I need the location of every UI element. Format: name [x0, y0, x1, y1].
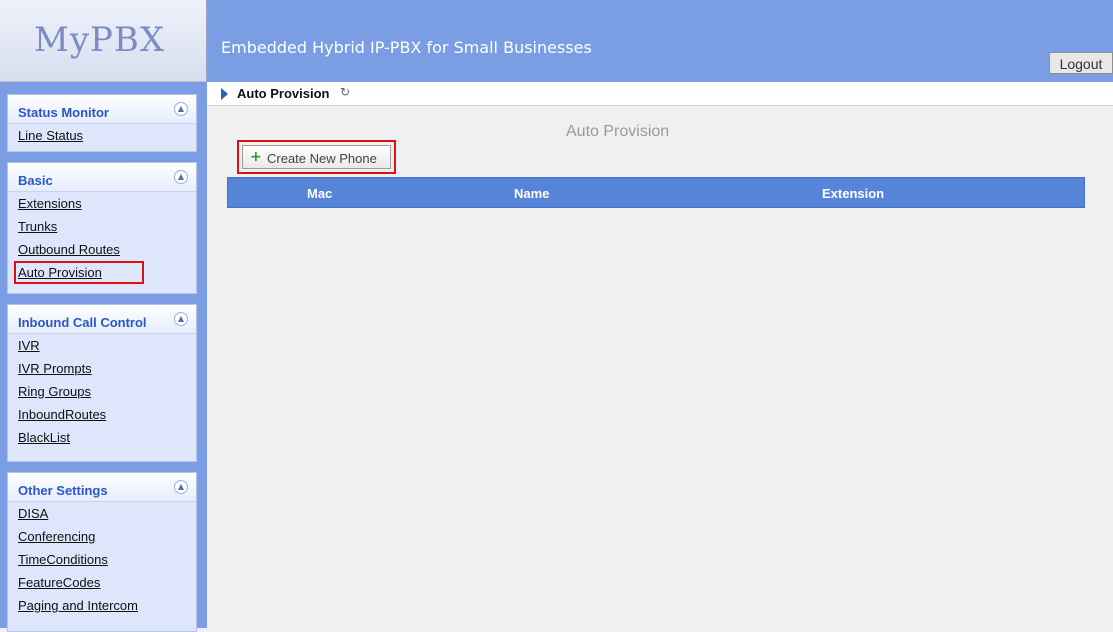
section-title: Status Monitor: [18, 105, 109, 120]
header-title: Embedded Hybrid IP-PBX for Small Busines…: [221, 38, 592, 57]
phones-table: Mac Name Extension: [227, 177, 1085, 208]
breadcrumb-label: Auto Provision: [237, 86, 330, 101]
create-new-phone-button[interactable]: + Create New Phone: [242, 145, 391, 169]
sidebar-item-line-status[interactable]: Line Status: [8, 124, 196, 147]
section-title: Other Settings: [18, 483, 108, 498]
sidebar: Status Monitor ▲ Line Status Basic ▲ Ext…: [0, 82, 207, 632]
section-status-monitor: Status Monitor ▲ Line Status: [7, 94, 197, 152]
plus-icon: +: [250, 149, 262, 165]
header-bar: Embedded Hybrid IP-PBX for Small Busines…: [207, 0, 1113, 82]
collapse-icon[interactable]: ▲: [174, 480, 188, 494]
sidebar-item-feature-codes[interactable]: FeatureCodes: [8, 571, 196, 594]
collapse-icon[interactable]: ▲: [174, 102, 188, 116]
highlight-frame: + Create New Phone: [237, 140, 396, 174]
section-inbound-call-control: Inbound Call Control ▲ IVR IVR Prompts R…: [7, 304, 197, 462]
sidebar-item-auto-provision[interactable]: Auto Provision: [14, 261, 144, 284]
collapse-icon[interactable]: ▲: [174, 312, 188, 326]
sidebar-item-ivr-prompts[interactable]: IVR Prompts: [8, 357, 196, 380]
logout-button[interactable]: Logout: [1049, 52, 1113, 74]
sidebar-item-ivr[interactable]: IVR: [8, 334, 196, 357]
sidebar-item-blacklist[interactable]: BlackList: [8, 426, 196, 449]
sidebar-item-ring-groups[interactable]: Ring Groups: [8, 380, 196, 403]
sidebar-item-conferencing[interactable]: Conferencing: [8, 525, 196, 548]
arrow-right-icon: [221, 88, 228, 100]
section-header[interactable]: Other Settings ▲: [8, 473, 196, 502]
breadcrumb: Auto Provision ↻: [207, 82, 1113, 106]
sidebar-item-disa[interactable]: DISA: [8, 502, 196, 525]
sidebar-item-inbound-routes[interactable]: InboundRoutes: [8, 403, 196, 426]
section-basic: Basic ▲ Extensions Trunks Outbound Route…: [7, 162, 197, 294]
column-header-mac[interactable]: Mac: [307, 186, 332, 201]
column-header-name[interactable]: Name: [514, 186, 549, 201]
sidebar-item-paging-intercom[interactable]: Paging and Intercom: [8, 594, 196, 617]
sidebar-item-extensions[interactable]: Extensions: [8, 192, 196, 215]
sidebar-item-trunks[interactable]: Trunks: [8, 215, 196, 238]
sidebar-item-outbound-routes[interactable]: Outbound Routes: [8, 238, 196, 261]
create-button-label: Create New Phone: [267, 151, 377, 166]
section-other-settings: Other Settings ▲ DISA Conferencing TimeC…: [7, 472, 197, 632]
refresh-icon[interactable]: ↻: [340, 85, 350, 99]
logo: MyPBX: [34, 20, 166, 60]
section-header[interactable]: Basic ▲: [8, 163, 196, 192]
collapse-icon[interactable]: ▲: [174, 170, 188, 184]
column-header-extension[interactable]: Extension: [822, 186, 884, 201]
logo-area: MyPBX: [0, 0, 207, 82]
section-title: Basic: [18, 173, 53, 188]
sidebar-item-time-conditions[interactable]: TimeConditions: [8, 548, 196, 571]
section-header[interactable]: Status Monitor ▲: [8, 95, 196, 124]
page-title: Auto Provision: [566, 123, 670, 140]
section-header[interactable]: Inbound Call Control ▲: [8, 305, 196, 334]
section-title: Inbound Call Control: [18, 315, 147, 330]
